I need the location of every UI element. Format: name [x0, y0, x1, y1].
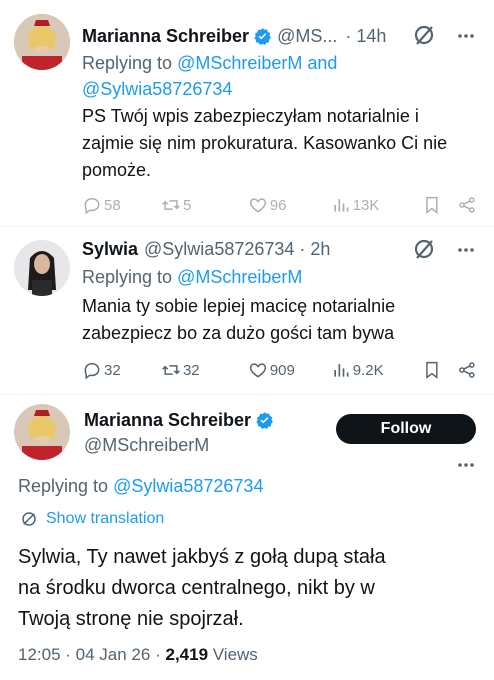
retweet-icon — [162, 200, 180, 210]
mention-link[interactable]: @Sylwia58726734 — [113, 476, 263, 496]
bookmark-icon[interactable] — [422, 195, 442, 215]
like-button[interactable]: 96 — [248, 195, 331, 215]
author-name[interactable]: Sylwia — [82, 239, 138, 260]
mention-link[interactable]: @MSchreiberM — [177, 53, 302, 73]
avatar-marianna[interactable] — [14, 404, 70, 460]
follow-button[interactable]: Follow — [336, 414, 476, 444]
heart-icon — [249, 198, 266, 213]
avatar-image — [14, 14, 70, 70]
bookmark-icon[interactable] — [422, 360, 442, 380]
reply-button[interactable]: 58 — [82, 195, 161, 215]
tweet-text: Mania ty sobie lepiej macicę notarialnie… — [82, 296, 396, 343]
avatar-sylwia[interactable] — [14, 240, 70, 296]
divider — [0, 226, 494, 227]
tweet-date[interactable]: 04 Jan 26 — [76, 645, 151, 664]
author-handle[interactable]: @Sylwia58726734 — [144, 239, 294, 260]
replying-to: Replying to @MSchreiberM and @Sylwia5872… — [82, 53, 338, 99]
tweet-text: PS Twój wpis zabezpieczyłam notarialnie … — [82, 106, 448, 180]
retweet-icon — [162, 365, 180, 375]
heart-icon — [249, 363, 266, 378]
views-chart-icon — [334, 199, 349, 212]
more-options-icon[interactable] — [456, 26, 476, 46]
mention-link[interactable]: @MSchreiberM — [177, 267, 302, 287]
share-icon[interactable] — [457, 360, 477, 380]
verified-badge-icon — [256, 411, 273, 429]
more-options-icon[interactable] — [456, 240, 476, 260]
reply-icon — [84, 197, 100, 215]
author-name[interactable]: Marianna Schreiber — [84, 410, 251, 431]
show-translation-link[interactable]: Show translation — [20, 508, 164, 530]
avatar-marianna[interactable] — [14, 14, 70, 70]
main-tweet-text: Sylwia, Ty nawet jakbyś z gołą dupą stał… — [18, 546, 386, 630]
replying-to: Replying to @MSchreiberM — [82, 267, 303, 287]
mention-link[interactable]: @Sylwia58726734 — [82, 79, 232, 99]
avatar-image — [14, 404, 70, 460]
retweet-button[interactable]: 32 — [161, 360, 248, 380]
reply-button[interactable]: 32 — [82, 360, 161, 380]
views-label: Views — [212, 645, 258, 664]
tweet-time[interactable]: · 2h — [299, 239, 330, 260]
author-name[interactable]: Marianna Schreiber — [82, 26, 249, 47]
main-tweet-header: Marianna Schreiber @MSchreiberM — [84, 408, 334, 456]
more-options-icon[interactable] — [456, 455, 476, 475]
grok-icon[interactable] — [412, 237, 436, 261]
translate-icon — [22, 512, 36, 526]
avatar-image — [14, 240, 70, 296]
like-button[interactable]: 909 — [248, 360, 331, 380]
views-count: 2,419 — [165, 645, 209, 664]
tweet-time[interactable]: 12:05 — [18, 645, 61, 664]
timestamp-row: 12:05 · 04 Jan 26 · 2,419 Views — [18, 645, 258, 664]
retweet-button[interactable]: 5 — [161, 195, 248, 215]
tweet2-actions: 32 32 909 9.2K — [82, 358, 477, 382]
reply-icon — [84, 362, 100, 380]
tweet-time[interactable]: · 14h — [345, 26, 386, 47]
replying-to: Replying to @Sylwia58726734 — [18, 476, 264, 496]
verified-badge-icon — [254, 27, 271, 45]
views-button[interactable]: 13K — [331, 195, 422, 215]
author-handle[interactable]: @MS... — [277, 26, 337, 47]
views-chart-icon — [334, 364, 349, 377]
divider — [0, 394, 494, 395]
tweet1-actions: 58 5 96 13K — [82, 193, 477, 217]
share-icon[interactable] — [457, 195, 477, 215]
tweet2-header: Sylwia @Sylwia58726734 · 2h — [82, 237, 412, 261]
grok-icon[interactable] — [412, 23, 436, 47]
views-button[interactable]: 9.2K — [331, 360, 422, 380]
author-handle[interactable]: @MSchreiberM — [84, 435, 334, 456]
